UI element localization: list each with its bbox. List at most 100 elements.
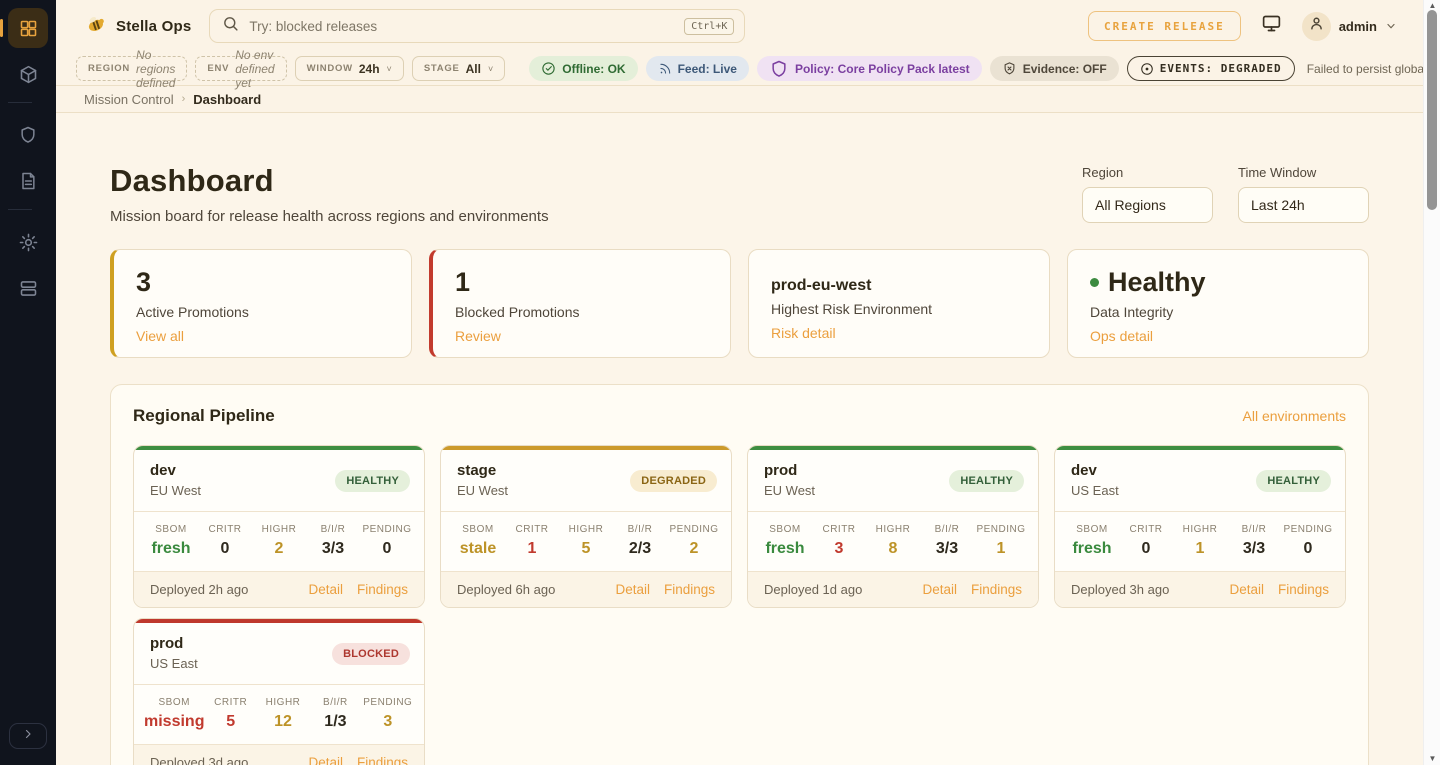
metric-label: SBOM [144,697,204,708]
page-filters: Region All Regions Time Window Last 24h [1082,163,1369,223]
stats-row: 3Active PromotionsView all1Blocked Promo… [110,249,1369,358]
sidebar-item-shield[interactable] [8,115,48,155]
detail-link[interactable]: Detail [308,755,343,765]
detail-link[interactable]: Detail [922,582,957,597]
stage-dropdown[interactable]: STAGE All ˅ [412,56,505,81]
chevron-down-icon: ˅ [387,64,392,74]
findings-link[interactable]: Findings [357,755,408,765]
user-menu[interactable]: admin [1302,12,1397,41]
sidebar-collapse-button[interactable] [9,723,47,749]
search-icon [222,15,239,37]
sidebar-item-package[interactable] [8,54,48,94]
metric-value: 3/3 [306,540,360,558]
page-title: Dashboard [110,163,549,199]
stat-value: 3 [136,267,389,298]
deployed-text: Deployed 1d ago [764,582,862,597]
metric-value: 3/3 [1227,540,1281,558]
stat-link[interactable]: Risk detail [771,325,836,341]
metric-highr: HIGHR 5 [559,524,613,558]
display-mode-button[interactable] [1261,13,1282,39]
pipeline-card-header: dev US East HEALTHY [1055,450,1345,511]
metric-label: CRITR [204,697,256,708]
all-environments-link[interactable]: All environments [1243,408,1347,424]
metric-label: SBOM [451,524,505,535]
metric-pending: PENDING 0 [1281,524,1335,558]
metric-pending: PENDING 3 [362,697,414,731]
package-icon [18,64,39,85]
status-pill-offline[interactable]: Offline: OK [529,56,637,81]
metric-value: 0 [1119,540,1173,558]
pipeline-card-footer: Deployed 3h ago DetailFindings [1055,571,1345,607]
status-pill-evidence[interactable]: Evidence: OFF [990,56,1119,81]
metric-value: 3 [362,713,414,731]
status-pill-feed[interactable]: Feed: Live [646,56,749,81]
stat-value: 1 [455,267,708,298]
metric-sbom: SBOM fresh [758,524,812,558]
vertical-scrollbar[interactable]: ▲ ▼ [1423,0,1440,765]
stat-label: Highest Risk Environment [771,301,1027,317]
metric-value: 2 [667,540,721,558]
search-shortcut-badge: Ctrl+K [684,18,734,35]
detail-link[interactable]: Detail [615,582,650,597]
page-content: Dashboard Mission board for release heal… [56,113,1423,765]
metric-value: 12 [257,713,309,731]
status-pill-events[interactable]: EVENTS: DEGRADED [1127,56,1295,81]
env-context-chip[interactable]: ENV No env defined yet [195,56,286,81]
status-pill-policy[interactable]: Policy: Core Policy Pack latest [757,56,982,81]
sidebar-item-document[interactable] [8,161,48,201]
pipeline-card-dev-eu-west: dev EU West HEALTHY SBOM fresh CRITR 0 H… [133,445,425,608]
chevron-down-icon: ˅ [488,64,493,74]
stat-card-highest-risk-environment: prod-eu-westHighest Risk EnvironmentRisk… [748,249,1050,358]
metric-label: PENDING [667,524,721,535]
chevron-right-icon [22,727,34,745]
chevron-right-icon: › [182,93,186,105]
breadcrumb-parent[interactable]: Mission Control [84,92,174,107]
sidebar-item-server-stack[interactable] [8,268,48,308]
region-filter-select[interactable]: All Regions [1082,187,1213,223]
metrics-row: SBOM fresh CRITR 3 HIGHR 8 B/I/R 3/3 PEN… [748,511,1038,571]
metric-bir: B/I/R 3/3 [1227,524,1281,558]
card-links: Detail Findings [615,582,715,597]
findings-link[interactable]: Findings [664,582,715,597]
sidebar-item-dashboard-grid[interactable] [8,8,48,48]
metric-value: 3 [812,540,866,558]
metric-label: HIGHR [252,524,306,535]
card-links: Detail Findings [922,582,1022,597]
card-links: Detail Findings [308,582,408,597]
scrollbar-up-arrow[interactable]: ▲ [1424,0,1440,10]
shield-icon [769,59,789,79]
status-pill-label: Feed: Live [678,62,737,76]
window-dropdown[interactable]: WINDOW 24h ˅ [295,56,404,81]
pipeline-card-header: stage EU West DEGRADED [441,450,731,511]
deployed-text: Deployed 6h ago [457,582,555,597]
create-release-button[interactable]: CREATE RELEASE [1088,11,1241,41]
stat-link[interactable]: View all [136,328,184,344]
metric-value: 3/3 [920,540,974,558]
scrollbar-thumb[interactable] [1427,10,1437,210]
metric-label: SBOM [1065,524,1119,535]
metric-bir: B/I/R 3/3 [306,524,360,558]
detail-link[interactable]: Detail [308,582,343,597]
scrollbar-down-arrow[interactable]: ▼ [1424,753,1440,763]
card-links: Detail Findings [308,755,408,765]
findings-link[interactable]: Findings [1278,582,1329,597]
card-links: Detail Findings [1229,582,1329,597]
metric-value: 8 [866,540,920,558]
detail-link[interactable]: Detail [1229,582,1264,597]
user-name: admin [1339,19,1377,34]
metric-critr: CRITR 0 [198,524,252,558]
region-context-chip[interactable]: REGION No regions defined [76,56,187,81]
stat-link[interactable]: Review [455,328,501,344]
findings-link[interactable]: Findings [971,582,1022,597]
stat-link[interactable]: Ops detail [1090,328,1153,344]
sidebar-nav [8,8,48,314]
status-pill-label: Offline: OK [562,62,625,76]
metric-bir: B/I/R 2/3 [613,524,667,558]
region-chip-value: No regions defined [136,48,175,90]
time-window-filter-select[interactable]: Last 24h [1238,187,1369,223]
metric-bir: B/I/R 3/3 [920,524,974,558]
page-subtitle: Mission board for release health across … [110,208,549,225]
findings-link[interactable]: Findings [357,582,408,597]
sidebar-item-gear[interactable] [8,222,48,262]
global-search-input[interactable]: Try: blocked releases Ctrl+K [209,9,745,43]
